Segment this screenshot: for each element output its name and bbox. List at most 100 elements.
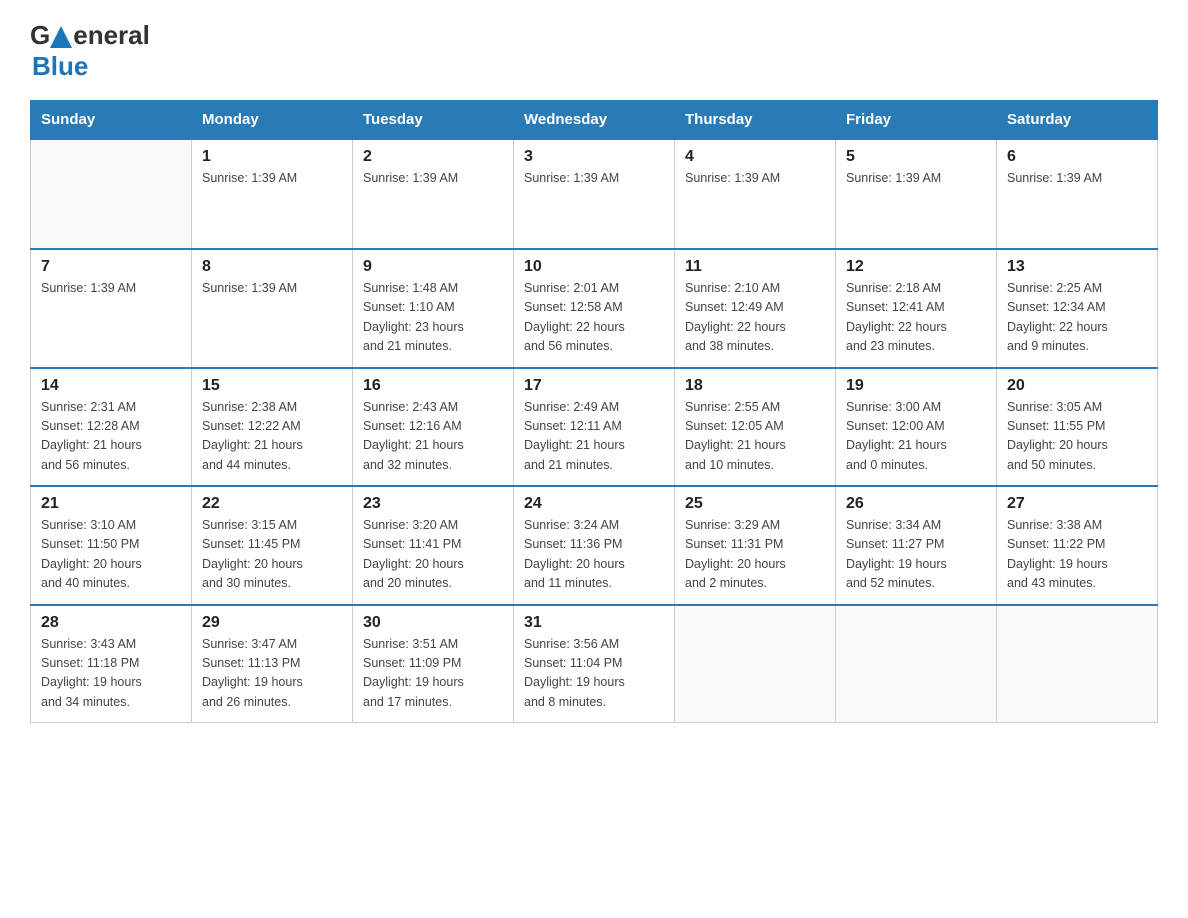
day-number: 7 — [41, 258, 181, 276]
sun-info: Sunrise: 3:56 AM Sunset: 11:04 PM Daylig… — [524, 635, 664, 713]
calendar-cell: 15 Sunrise: 2:38 AM Sunset: 12:22 AM Dayl… — [192, 368, 353, 487]
calendar-cell — [675, 605, 836, 723]
calendar-cell: 20 Sunrise: 3:05 AM Sunset: 11:55 PM Dayl… — [997, 368, 1158, 487]
calendar-cell: 16 Sunrise: 2:43 AM Sunset: 12:16 AM Dayl… — [353, 368, 514, 487]
sun-info: Sunrise: 1:39 AM — [363, 169, 503, 188]
day-number: 28 — [41, 614, 181, 632]
sun-info: Sunrise: 1:39 AM — [1007, 169, 1147, 188]
page: G eneral Blue SundayMondayTuesdayWednesd… — [0, 0, 1188, 753]
calendar-cell: 28 Sunrise: 3:43 AM Sunset: 11:18 PM Dayl… — [31, 605, 192, 723]
day-number: 20 — [1007, 377, 1147, 395]
day-number: 19 — [846, 377, 986, 395]
sun-info: Sunrise: 2:43 AM Sunset: 12:16 AM Daylig… — [363, 398, 503, 476]
day-number: 3 — [524, 148, 664, 166]
day-number: 16 — [363, 377, 503, 395]
sun-info: Sunrise: 3:51 AM Sunset: 11:09 PM Daylig… — [363, 635, 503, 713]
calendar-cell: 12 Sunrise: 2:18 AM Sunset: 12:41 AM Dayl… — [836, 249, 997, 368]
sun-info: Sunrise: 3:38 AM Sunset: 11:22 PM Daylig… — [1007, 516, 1147, 594]
calendar-cell: 30 Sunrise: 3:51 AM Sunset: 11:09 PM Dayl… — [353, 605, 514, 723]
col-header-monday: Monday — [192, 101, 353, 140]
logo-blue-text: Blue — [32, 51, 88, 81]
logo-triangle-icon — [50, 26, 72, 48]
day-number: 2 — [363, 148, 503, 166]
sun-info: Sunrise: 1:39 AM — [41, 279, 181, 298]
col-header-saturday: Saturday — [997, 101, 1158, 140]
sun-info: Sunrise: 1:39 AM — [846, 169, 986, 188]
day-number: 8 — [202, 258, 342, 276]
sun-info: Sunrise: 3:34 AM Sunset: 11:27 PM Daylig… — [846, 516, 986, 594]
day-number: 1 — [202, 148, 342, 166]
sun-info: Sunrise: 2:01 AM Sunset: 12:58 AM Daylig… — [524, 279, 664, 357]
logo: G eneral Blue — [30, 20, 150, 82]
week-row-4: 21 Sunrise: 3:10 AM Sunset: 11:50 PM Dayl… — [31, 486, 1158, 605]
calendar-cell: 27 Sunrise: 3:38 AM Sunset: 11:22 PM Dayl… — [997, 486, 1158, 605]
sun-info: Sunrise: 1:39 AM — [524, 169, 664, 188]
sun-info: Sunrise: 2:55 AM Sunset: 12:05 AM Daylig… — [685, 398, 825, 476]
sun-info: Sunrise: 2:10 AM Sunset: 12:49 AM Daylig… — [685, 279, 825, 357]
calendar-cell: 11Sunrise: 2:10 AM Sunset: 12:49 AM Dayl… — [675, 249, 836, 368]
col-header-friday: Friday — [836, 101, 997, 140]
week-row-2: 7Sunrise: 1:39 AM8Sunrise: 1:39 AM9Sunri… — [31, 249, 1158, 368]
day-number: 5 — [846, 148, 986, 166]
calendar-cell: 8 Sunrise: 1:39 AM — [192, 249, 353, 368]
calendar-cell: 10 Sunrise: 2:01 AM Sunset: 12:58 AM Dayl… — [514, 249, 675, 368]
day-number: 27 — [1007, 495, 1147, 513]
calendar-cell: 7 Sunrise: 1:39 AM — [31, 249, 192, 368]
week-row-1: 1 Sunrise: 1:39 AM 2 Sunrise: 1:39 AM 3 Sunri… — [31, 139, 1158, 249]
sun-info: Sunrise: 2:38 AM Sunset: 12:22 AM Daylig… — [202, 398, 342, 476]
day-number: 12 — [846, 258, 986, 276]
day-number: 29 — [202, 614, 342, 632]
sun-info: Sunrise: 2:31 AM Sunset: 12:28 AM Daylig… — [41, 398, 181, 476]
calendar-cell: 19Sunrise: 3:00 AM Sunset: 12:00 AM Dayl… — [836, 368, 997, 487]
sun-info: Sunrise: 3:29 AM Sunset: 11:31 PM Daylig… — [685, 516, 825, 594]
calendar-cell — [997, 605, 1158, 723]
day-number: 6 — [1007, 148, 1147, 166]
sun-info: Sunrise: 3:15 AM Sunset: 11:45 PM Daylig… — [202, 516, 342, 594]
col-header-tuesday: Tuesday — [353, 101, 514, 140]
calendar-cell: 14Sunrise: 2:31 AM Sunset: 12:28 AM Dayl… — [31, 368, 192, 487]
sun-info: Sunrise: 1:39 AM — [685, 169, 825, 188]
day-number: 25 — [685, 495, 825, 513]
calendar-cell: 6 Sunrise: 1:39 AM — [997, 139, 1158, 249]
sun-info: Sunrise: 2:18 AM Sunset: 12:41 AM Daylig… — [846, 279, 986, 357]
day-number: 26 — [846, 495, 986, 513]
col-header-thursday: Thursday — [675, 101, 836, 140]
day-number: 17 — [524, 377, 664, 395]
day-number: 13 — [1007, 258, 1147, 276]
calendar-cell: 3 Sunrise: 1:39 AM — [514, 139, 675, 249]
calendar-cell: 2 Sunrise: 1:39 AM — [353, 139, 514, 249]
day-number: 10 — [524, 258, 664, 276]
calendar-cell: 24Sunrise: 3:24 AM Sunset: 11:36 PM Dayl… — [514, 486, 675, 605]
calendar-cell: 21 Sunrise: 3:10 AM Sunset: 11:50 PM Dayl… — [31, 486, 192, 605]
week-row-5: 28 Sunrise: 3:43 AM Sunset: 11:18 PM Dayl… — [31, 605, 1158, 723]
week-row-3: 14Sunrise: 2:31 AM Sunset: 12:28 AM Dayl… — [31, 368, 1158, 487]
calendar-cell: 4 Sunrise: 1:39 AM — [675, 139, 836, 249]
sun-info: Sunrise: 3:20 AM Sunset: 11:41 PM Daylig… — [363, 516, 503, 594]
sun-info: Sunrise: 3:43 AM Sunset: 11:18 PM Daylig… — [41, 635, 181, 713]
calendar-cell: 25 Sunrise: 3:29 AM Sunset: 11:31 PM Dayl… — [675, 486, 836, 605]
day-number: 15 — [202, 377, 342, 395]
sun-info: Sunrise: 1:39 AM — [202, 279, 342, 298]
day-number: 30 — [363, 614, 503, 632]
sun-info: Sunrise: 3:10 AM Sunset: 11:50 PM Daylig… — [41, 516, 181, 594]
day-number: 31 — [524, 614, 664, 632]
day-number: 4 — [685, 148, 825, 166]
header: G eneral Blue — [30, 20, 1158, 82]
day-number: 21 — [41, 495, 181, 513]
calendar-table: SundayMondayTuesdayWednesdayThursdayFrid… — [30, 100, 1158, 723]
calendar-cell: 5 Sunrise: 1:39 AM — [836, 139, 997, 249]
col-header-sunday: Sunday — [31, 101, 192, 140]
calendar-cell: 22Sunrise: 3:15 AM Sunset: 11:45 PM Dayl… — [192, 486, 353, 605]
calendar-cell: 29Sunrise: 3:47 AM Sunset: 11:13 PM Dayl… — [192, 605, 353, 723]
calendar-cell: 31 Sunrise: 3:56 AM Sunset: 11:04 PM Dayl… — [514, 605, 675, 723]
sun-info: Sunrise: 1:39 AM — [202, 169, 342, 188]
calendar-cell — [31, 139, 192, 249]
sun-info: Sunrise: 3:05 AM Sunset: 11:55 PM Daylig… — [1007, 398, 1147, 476]
calendar-cell — [836, 605, 997, 723]
calendar-cell: 17Sunrise: 2:49 AM Sunset: 12:11 AM Dayl… — [514, 368, 675, 487]
calendar-cell: 26 Sunrise: 3:34 AM Sunset: 11:27 PM Dayl… — [836, 486, 997, 605]
col-header-wednesday: Wednesday — [514, 101, 675, 140]
calendar-cell: 23Sunrise: 3:20 AM Sunset: 11:41 PM Dayl… — [353, 486, 514, 605]
logo-eneral: eneral — [73, 20, 150, 51]
sun-info: Sunrise: 2:25 AM Sunset: 12:34 AM Daylig… — [1007, 279, 1147, 357]
